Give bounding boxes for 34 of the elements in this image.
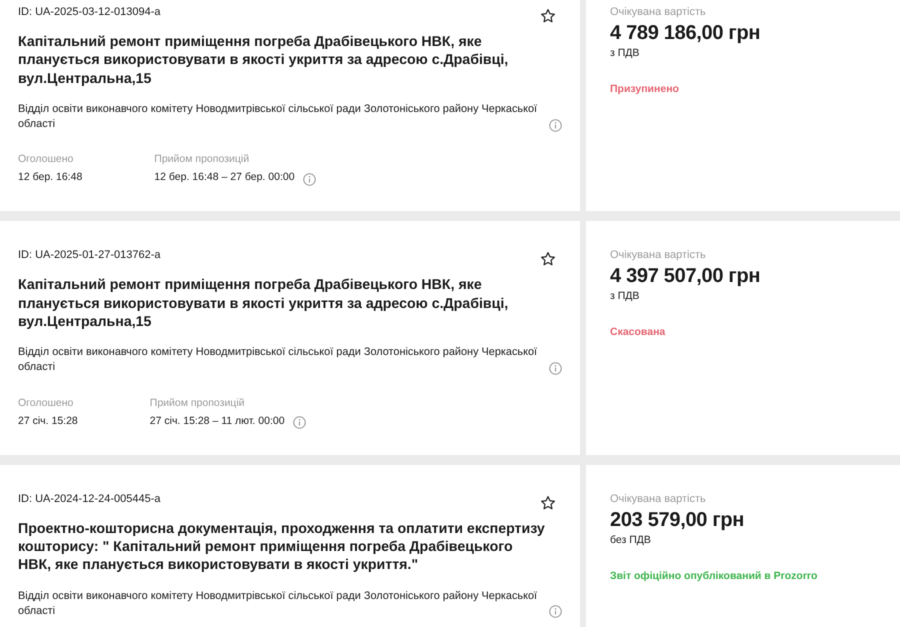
expected-amount: 203 579,00 грн (610, 508, 746, 533)
tender-id: ID: UA-2025-01-27-013762-a (18, 248, 160, 264)
expected-amount: 4 397 507,00 грн (610, 264, 762, 290)
organization-name: Відділ освіти виконавчого комітету Новодмитрівської сільської ради Золотоніського району Черкаської області (18, 102, 538, 132)
vat-note: з ПДВ (610, 289, 640, 304)
value-label: Очікувана вартість (610, 248, 707, 264)
vat-note: без ПДВ (610, 532, 652, 547)
tender-id: ID: UA-2025-03-12-013094-a (18, 5, 160, 20)
date-label: Прийом пропозицій (154, 152, 250, 168)
info-icon[interactable] (549, 361, 562, 374)
organization-name: Відділ освіти виконавчого комітету Новодмитрівської сільської ради Золотоніського району Черкаської області (18, 345, 538, 376)
status-text: Призупинено (610, 82, 680, 97)
date-value: 12 бер. 16:48 (18, 170, 82, 186)
tender-title[interactable]: Проектно-кошторисна документація, проходження та оплатити експертизу кошторису: " Капітальний ремонт приміщення погреба Драбівецького НВК, яке планується використовувати в якості укриття." (18, 520, 548, 575)
date-label: Прийом пропозицій (150, 396, 246, 411)
date-value: 12 бер. 16:48 – 27 бер. 00:00 (154, 170, 295, 186)
date-value: 27 січ. 15:28 (18, 414, 78, 429)
info-icon[interactable] (292, 414, 306, 428)
date-label: Оголошено (18, 152, 74, 168)
status-text: Звіт офіційно опублікований в Prozorro (610, 568, 818, 584)
info-icon[interactable] (302, 170, 316, 184)
tender-title[interactable]: Капітальний ремонт приміщення погреба Драбівецького НВК, яке планується використовувати в якості укриття за адресою с.Драбівці, вул.Центральна,15 (18, 33, 548, 88)
info-icon[interactable] (549, 118, 562, 131)
value-label: Очікувана вартість (610, 5, 707, 20)
tender-id: ID: UA-2024-12-24-005445-a (18, 492, 160, 507)
info-icon[interactable] (549, 604, 562, 618)
vat-note: з ПДВ (610, 46, 640, 60)
status-text: Скасована (610, 325, 666, 340)
organization-name: Відділ освіти виконавчого комітету Новодмитрівської сільської ради Золотоніського району Черкаської області (18, 588, 538, 619)
date-value: 27 січ. 15:28 – 11 лют. 00:00 (150, 414, 285, 429)
date-label: Оголошено (18, 396, 74, 411)
value-label: Очікувана вартість (610, 492, 707, 507)
expected-amount: 4 789 186,00 грн (610, 21, 762, 46)
tender-title[interactable]: Капітальний ремонт приміщення погреба Драбівецького НВК, яке планується використовувати в якості укриття за адресою с.Драбівці, вул.Центральна,15 (18, 276, 548, 332)
